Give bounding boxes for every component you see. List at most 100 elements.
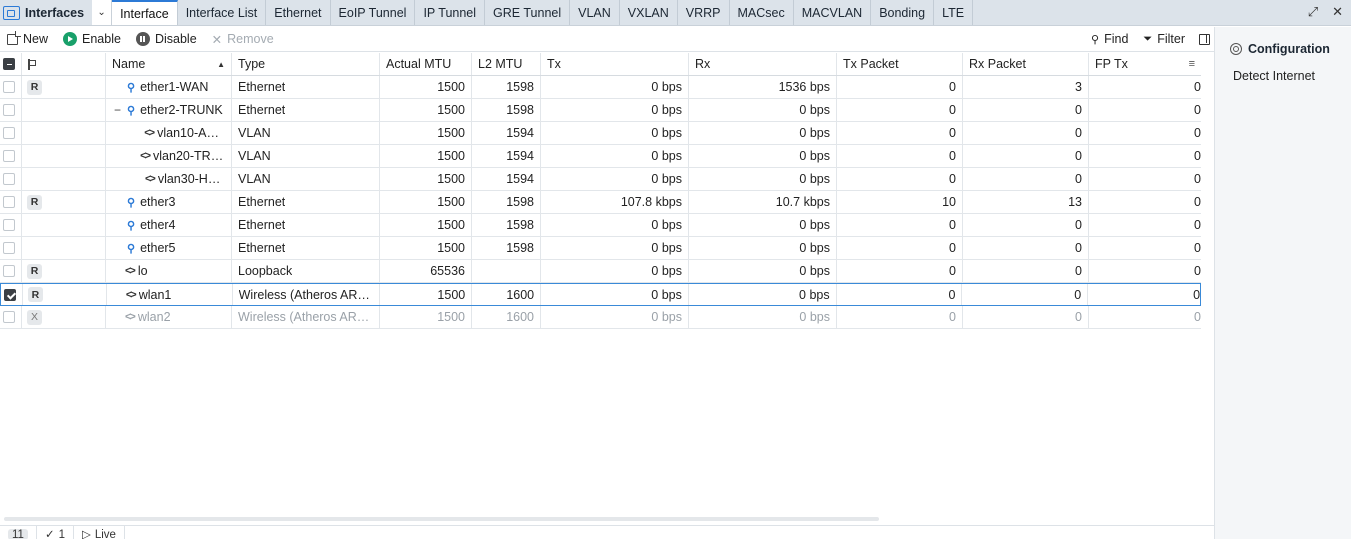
interface-name[interactable]: <> lo xyxy=(106,260,232,282)
remove-button[interactable]: ✕ Remove xyxy=(205,27,282,52)
tab-macsec[interactable]: MACsec xyxy=(730,0,794,25)
live-toggle[interactable]: ▷ Live xyxy=(74,526,125,539)
interface-name[interactable]: ⚲ ether5 xyxy=(106,237,232,259)
close-icon[interactable]: ✕ xyxy=(1332,4,1343,20)
tx-packet: 0 xyxy=(837,99,963,121)
row-checkbox[interactable] xyxy=(0,306,22,328)
table-row[interactable]: ⚲ ether4 Ethernet 1500 1598 0 bps 0 bps 0 0 0 xyxy=(0,214,1201,237)
new-button[interactable]: New xyxy=(0,27,56,52)
collapse-icon[interactable]: − xyxy=(114,103,124,117)
interface-name[interactable]: <> wlan1 xyxy=(107,284,233,305)
tab-ip-tunnel[interactable]: IP Tunnel xyxy=(415,0,486,25)
column-header-tx[interactable]: Tx xyxy=(541,53,689,75)
tx-packet: 10 xyxy=(837,191,963,213)
interface-name[interactable]: <>vlan30-HOME xyxy=(106,168,232,190)
interface-name[interactable]: <>vlan20-TRUSTED xyxy=(106,145,232,167)
play-icon xyxy=(63,32,78,46)
table-row[interactable]: ⚲ ether5 Ethernet 1500 1598 0 bps 0 bps 0 0 0 xyxy=(0,237,1201,260)
filter-button[interactable]: ⏷ Filter xyxy=(1136,27,1193,52)
interface-name[interactable]: − ⚲ ether2-TRUNK xyxy=(106,99,232,121)
column-header-l2-mtu[interactable]: L2 MTU xyxy=(472,53,541,75)
table-row[interactable]: X <>wlan2Wireless (Atheros AR9300)1500160… xyxy=(0,306,1201,329)
tab-lte[interactable]: LTE xyxy=(934,0,974,25)
ethernet-port-icon: ⚲ xyxy=(127,219,136,232)
fp-tx: 0 xyxy=(1194,218,1201,232)
row-checkbox[interactable] xyxy=(0,214,22,236)
tab-bonding[interactable]: Bonding xyxy=(871,0,935,25)
column-header-actual-mtu[interactable]: Actual MTU xyxy=(380,53,472,75)
disable-button[interactable]: Disable xyxy=(129,27,205,52)
table-row[interactable]: <>vlan20-TRUSTEDVLAN150015940 bps0 bps00… xyxy=(0,145,1201,168)
link-icon: <> xyxy=(125,311,136,323)
l2-mtu: 1594 xyxy=(472,122,541,144)
app-title: Interfaces xyxy=(0,0,92,25)
side-panel-item-detect-internet[interactable]: Detect Internet xyxy=(1230,69,1351,83)
tab-macvlan[interactable]: MACVLAN xyxy=(794,0,872,25)
find-button[interactable]: ⚲ Find xyxy=(1084,27,1136,52)
row-checkbox[interactable] xyxy=(0,191,22,213)
status-badge: X xyxy=(27,309,42,325)
column-menu-icon[interactable]: ≡ xyxy=(1189,58,1195,70)
tab-vxlan[interactable]: VXLAN xyxy=(620,0,678,25)
column-header-name[interactable]: Name ▲ xyxy=(106,53,232,75)
actual-mtu: 1500 xyxy=(380,76,472,98)
column-header-rx[interactable]: Rx xyxy=(689,53,837,75)
fp-tx: 0 xyxy=(1194,241,1201,255)
table-row[interactable]: <>vlan10-ADMINVLAN150015940 bps0 bps000 xyxy=(0,122,1201,145)
l2-mtu: 1598 xyxy=(472,191,541,213)
tab-vlan[interactable]: VLAN xyxy=(570,0,620,25)
interface-type: VLAN xyxy=(232,145,380,167)
link-icon: <> xyxy=(125,265,136,277)
row-checkbox[interactable] xyxy=(0,260,22,282)
column-header-rx-packet[interactable]: Rx Packet xyxy=(963,53,1089,75)
gear-icon xyxy=(1230,43,1242,55)
row-checkbox[interactable] xyxy=(0,122,22,144)
row-flags: R xyxy=(22,191,106,213)
tab-eoip-tunnel[interactable]: EoIP Tunnel xyxy=(331,0,416,25)
interface-name[interactable]: <> wlan2 xyxy=(106,306,232,328)
tx-rate: 0 bps xyxy=(541,145,689,167)
tab-gre-tunnel[interactable]: GRE Tunnel xyxy=(485,0,571,25)
rx-packet: 0 xyxy=(963,145,1089,167)
tab-interface[interactable]: Interface xyxy=(112,0,178,25)
table-row[interactable]: R ⚲ ether3 Ethernet 1500 1598 107.8 kbps 10.7 k… xyxy=(0,191,1201,214)
column-header-tx-packet[interactable]: Tx Packet xyxy=(837,53,963,75)
table-row[interactable]: <>vlan30-HOMEVLAN150015940 bps0 bps000 xyxy=(0,168,1201,191)
row-checkbox[interactable] xyxy=(1,284,23,305)
status-selected: ✓ 1 xyxy=(37,526,74,539)
row-checkbox[interactable] xyxy=(0,145,22,167)
row-flags: X xyxy=(22,306,106,328)
column-header-type[interactable]: Type xyxy=(232,53,380,75)
row-checkbox[interactable] xyxy=(0,76,22,98)
select-all-checkbox[interactable] xyxy=(0,53,22,75)
row-checkbox[interactable] xyxy=(0,237,22,259)
tab-vrrp[interactable]: VRRP xyxy=(678,0,730,25)
table-row[interactable]: R <> lo Loopback 65536 0 bps 0 bps 0 0 0 xyxy=(0,260,1201,283)
chevron-down-icon[interactable]: ⌄ xyxy=(92,0,113,25)
tab-ethernet[interactable]: Ethernet xyxy=(266,0,331,25)
interface-name[interactable]: <>vlan10-ADMIN xyxy=(106,122,232,144)
panel-toggle-icon[interactable] xyxy=(1199,33,1210,45)
enable-button[interactable]: Enable xyxy=(56,27,129,52)
tab-interface-list[interactable]: Interface List xyxy=(178,0,267,25)
side-panel-title: Configuration xyxy=(1230,42,1351,56)
interface-name[interactable]: ⚲ ether1-WAN xyxy=(106,76,232,98)
l2-mtu: 1600 xyxy=(472,306,541,328)
horizontal-scrollbar[interactable] xyxy=(4,517,879,521)
rx-rate: 0 bps xyxy=(689,99,837,121)
row-checkbox[interactable] xyxy=(0,168,22,190)
search-icon: ⚲ xyxy=(1091,33,1100,46)
column-header-fp-tx[interactable]: FP Tx ≡ xyxy=(1089,53,1201,75)
table-row[interactable]: R ⚲ ether1-WAN Ethernet 1500 1598 0 bps 1536 bp… xyxy=(0,76,1201,99)
row-checkbox[interactable] xyxy=(0,99,22,121)
flags-column-header[interactable] xyxy=(22,53,106,75)
rx-packet: 0 xyxy=(963,122,1089,144)
interface-name[interactable]: ⚲ ether4 xyxy=(106,214,232,236)
interface-type: Ethernet xyxy=(232,214,380,236)
link-icon: <> xyxy=(140,150,151,162)
table-row[interactable]: − ⚲ ether2-TRUNK Ethernet 1500 1598 0 bps 0 bps… xyxy=(0,99,1201,122)
table-row[interactable]: R <>wlan1Wireless (Atheros AR9300)1500160… xyxy=(0,283,1201,306)
restore-icon[interactable]: ⤢ xyxy=(1308,4,1318,20)
status-count: 11 xyxy=(0,526,37,539)
interface-name[interactable]: ⚲ ether3 xyxy=(106,191,232,213)
